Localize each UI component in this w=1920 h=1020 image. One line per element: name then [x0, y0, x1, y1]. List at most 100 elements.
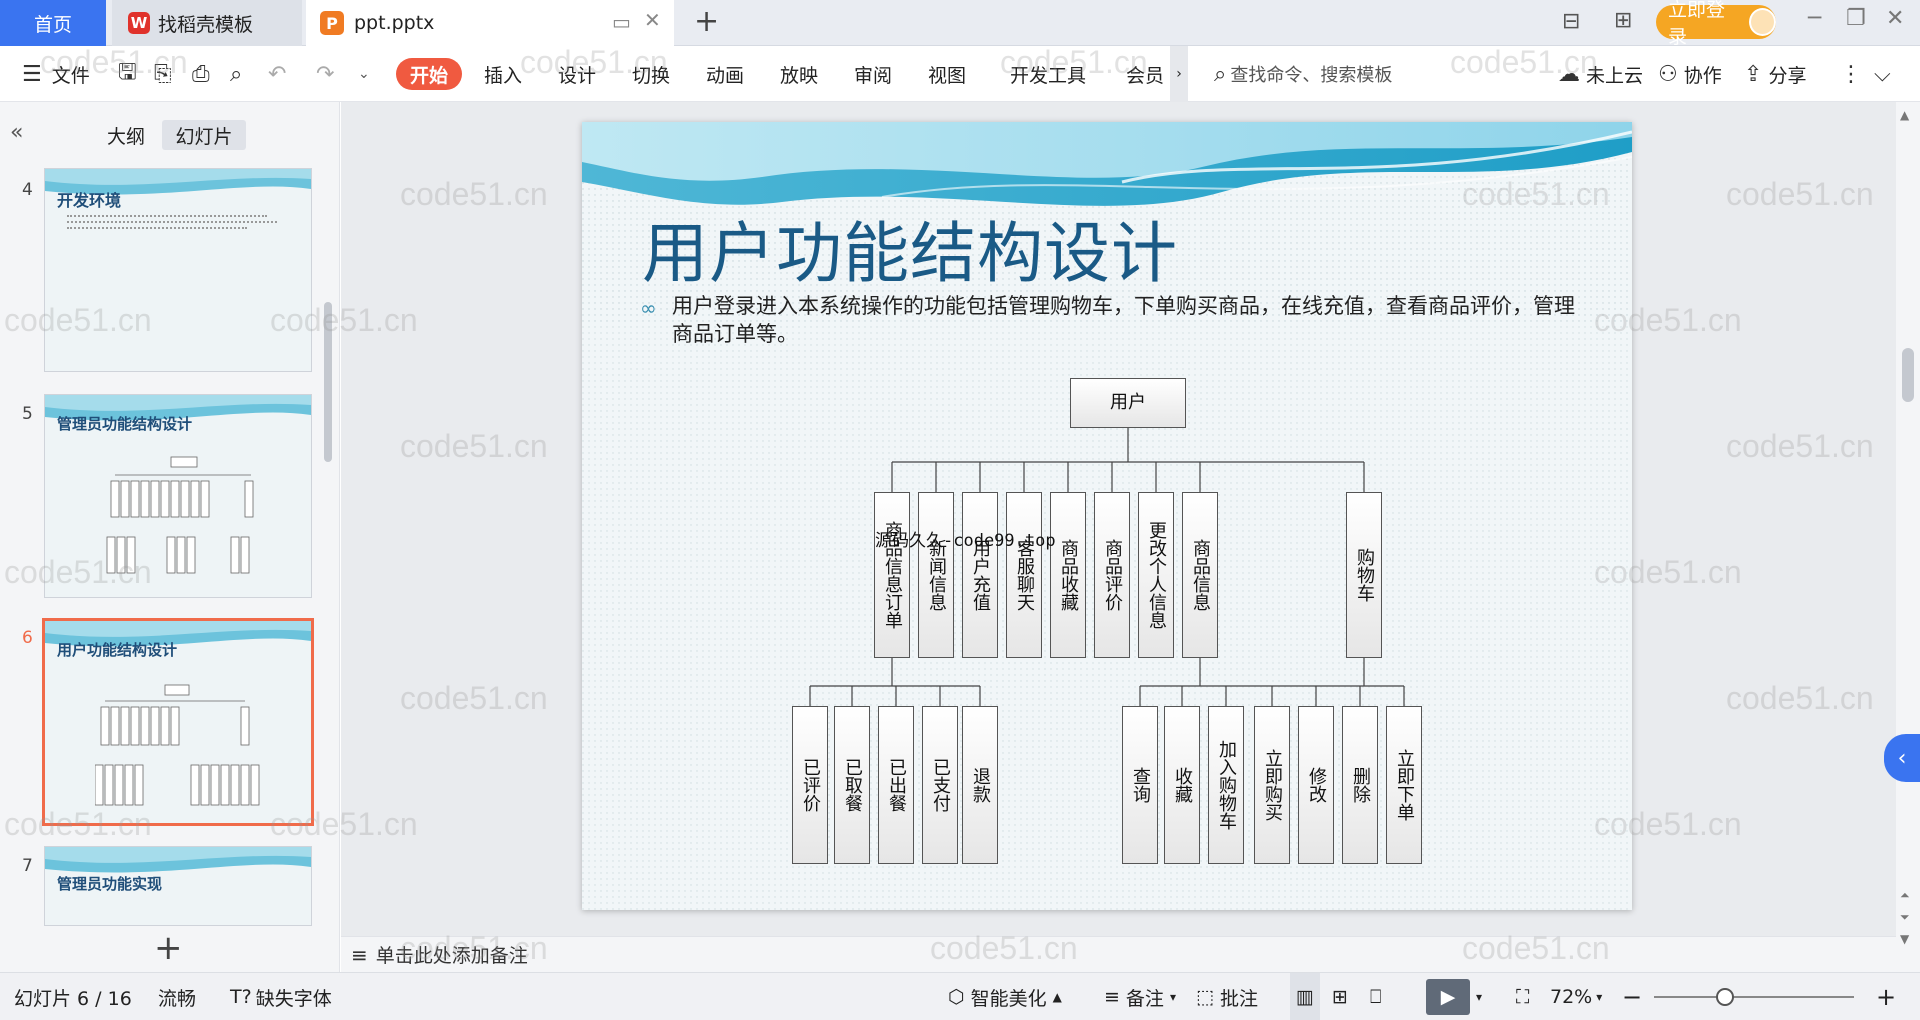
file-menu-button[interactable]: ☰ 文件	[22, 46, 90, 102]
tab-file[interactable]: P ppt.pptx ▭ ✕	[306, 0, 674, 46]
notes-toggle-button[interactable]: ≡ 备注 ▾	[1104, 973, 1176, 1020]
org-node-level1[interactable]: 商品信息订单	[874, 492, 910, 658]
slide-counter[interactable]: 幻灯片 6 / 16	[14, 973, 132, 1020]
org-node-level2[interactable]: 已出餐	[878, 706, 914, 864]
normal-view-icon[interactable]: ▥	[1290, 973, 1320, 1020]
reading-view-icon[interactable]: ⎕	[1370, 973, 1381, 1020]
tab-review[interactable]: 审阅	[854, 46, 892, 102]
org-node-level2[interactable]: 查询	[1122, 706, 1158, 864]
command-search[interactable]: ⌕ 查找命令、搜索模板	[1214, 46, 1392, 102]
close-window-icon[interactable]: ✕	[1886, 6, 1904, 31]
scroll-up-icon[interactable]: ▲	[1900, 108, 1909, 122]
tab-home[interactable]: 首页	[0, 0, 106, 46]
org-node-level1[interactable]: 商品信息	[1182, 492, 1218, 658]
org-node-root[interactable]: 用户	[1070, 378, 1186, 428]
grid-icon[interactable]: ⊞	[1614, 8, 1632, 33]
notes-toggle-icon: ≡	[1104, 986, 1120, 1008]
slide-thumbnail-7[interactable]: 管理员功能实现	[44, 846, 312, 926]
redo-icon[interactable]: ↷	[316, 46, 334, 102]
org-node-level2[interactable]: 已支付	[922, 706, 958, 864]
more-menu-icon[interactable]: ⋮	[1840, 46, 1862, 102]
org-node-level2[interactable]: 已取餐	[834, 706, 870, 864]
zoom-slider-track[interactable]	[1654, 996, 1854, 998]
slide[interactable]: 用户功能结构设计 ∞ 用户登录进入本系统操作的功能包括管理购物车，下单购买商品，…	[582, 122, 1632, 910]
tab-slideshow[interactable]: 放映	[780, 46, 818, 102]
zoom-in-icon[interactable]: +	[1876, 973, 1896, 1020]
tab-slides[interactable]: 幻灯片	[162, 120, 246, 150]
tab-template[interactable]: W 找稻壳模板	[112, 0, 302, 46]
tab-dev-tools[interactable]: 开发工具	[1010, 46, 1086, 102]
add-slide-icon[interactable]: +	[154, 928, 183, 968]
prev-slide-icon[interactable]: ⏶	[1900, 888, 1910, 903]
tab-outline[interactable]: 大纲	[96, 120, 156, 150]
org-node-level2[interactable]: 修改	[1298, 706, 1334, 864]
new-tab-icon[interactable]: +	[694, 4, 719, 39]
org-node-level2[interactable]: 收藏	[1164, 706, 1200, 864]
org-node-level1[interactable]: 更改个人信息	[1138, 492, 1174, 658]
smooth-mode[interactable]: 流畅	[158, 973, 196, 1020]
export-icon[interactable]: ⎘	[154, 46, 172, 102]
ribbon-scroll-icon[interactable]: ›	[1170, 46, 1188, 102]
scroll-thumb[interactable]	[1902, 348, 1914, 402]
close-tab-icon[interactable]: ✕	[644, 8, 661, 32]
tab-view[interactable]: 视图	[928, 46, 966, 102]
collapse-ribbon-icon[interactable]: ⌵	[1874, 46, 1891, 102]
side-panel-toggle[interactable]: ‹	[1884, 734, 1920, 782]
zoom-level[interactable]: 72% ▾	[1550, 973, 1602, 1020]
org-node-level2[interactable]: 立即下单	[1386, 706, 1422, 864]
tab-start[interactable]: 开始	[396, 58, 463, 90]
org-node-level2[interactable]: 删除	[1342, 706, 1378, 864]
org-node-level1[interactable]: 商品评价	[1094, 492, 1130, 658]
org-node-level2[interactable]: 立即购买	[1254, 706, 1290, 864]
notes-icon: ≡	[351, 942, 368, 967]
minimize-icon[interactable]: ─	[1808, 6, 1821, 31]
slide-thumbnail-5[interactable]: 管理员功能结构设计	[44, 394, 312, 598]
panel-scrollbar[interactable]	[324, 302, 332, 462]
save-icon[interactable]: 🖫	[118, 46, 137, 102]
more-dropdown-icon[interactable]: ⌄	[358, 46, 370, 102]
slide-thumbnail-4[interactable]: 开发环境	[44, 168, 312, 372]
tab-design[interactable]: 设计	[558, 46, 596, 102]
tab-member[interactable]: 会员	[1126, 46, 1164, 102]
tab-insert[interactable]: 插入	[484, 46, 522, 102]
org-node-level1[interactable]: 购物车	[1346, 492, 1382, 658]
undo-icon[interactable]: ↶	[268, 46, 286, 102]
cloud-status-button[interactable]: ☁ 未上云	[1558, 46, 1643, 102]
window-icon[interactable]: ▭	[612, 10, 631, 34]
beautify-button[interactable]: ⬡ 智能美化 ▲	[948, 973, 1062, 1020]
org-node-level2[interactable]: 加入购物车	[1208, 706, 1244, 864]
comments-button[interactable]: ⬚ 批注	[1196, 973, 1258, 1020]
thumb-title: 用户功能结构设计	[57, 641, 178, 659]
fit-window-icon[interactable]: ⛶	[1516, 973, 1529, 1020]
org-node-level2[interactable]: 退款	[962, 706, 998, 864]
thumb-title: 管理员功能实现	[57, 875, 163, 893]
login-button[interactable]: 立即登录	[1656, 0, 1776, 48]
print-icon[interactable]: ⎙	[192, 46, 210, 102]
org-node-level1[interactable]: 用户充值	[962, 492, 998, 658]
tab-review-label: 审阅	[854, 64, 893, 87]
org-node-level2[interactable]: 已评价	[792, 706, 828, 864]
play-dropdown-icon[interactable]: ▾	[1476, 973, 1482, 1020]
preview-icon[interactable]: ⌕	[230, 46, 242, 102]
tab-animation[interactable]: 动画	[706, 46, 744, 102]
ribbon-toolbar: ☰ 文件 🖫 ⎘ ⎙ ⌕ ↶ ↷ ⌄ 开始 插入 设计 切换 动画 放映 审阅 …	[0, 46, 1920, 102]
org-node-level1[interactable]: 客服聊天	[1006, 492, 1042, 658]
share-button[interactable]: ⇪ 分享	[1744, 46, 1806, 102]
zoom-out-icon[interactable]: −	[1622, 973, 1642, 1020]
slide-thumbnail-6[interactable]: 用户功能结构设计	[42, 618, 314, 826]
layout-icon[interactable]: ⊟	[1562, 9, 1580, 34]
scroll-down-icon[interactable]: ▼	[1900, 932, 1909, 946]
zoom-slider-thumb[interactable]	[1716, 988, 1734, 1006]
notes-pane[interactable]: ≡ 单击此处添加备注	[341, 936, 1896, 972]
collaborate-button[interactable]: ⚇ 协作	[1658, 46, 1722, 102]
missing-font-button[interactable]: T? 缺失字体	[230, 973, 332, 1020]
org-node-level1[interactable]: 商品收藏	[1050, 492, 1086, 658]
play-slideshow-button[interactable]: ▶	[1426, 979, 1470, 1015]
org-node-level1[interactable]: 新闻信息	[918, 492, 954, 658]
canvas-scrollbar[interactable]: ▲ ⏶ ⏷ ▼	[1896, 102, 1920, 972]
collapse-panel-icon[interactable]: «	[10, 120, 23, 145]
restore-icon[interactable]: ❐	[1846, 6, 1866, 31]
sorter-view-icon[interactable]: ⊞	[1332, 973, 1348, 1020]
tab-switch[interactable]: 切换	[632, 46, 670, 102]
next-slide-icon[interactable]: ⏷	[1900, 910, 1910, 925]
